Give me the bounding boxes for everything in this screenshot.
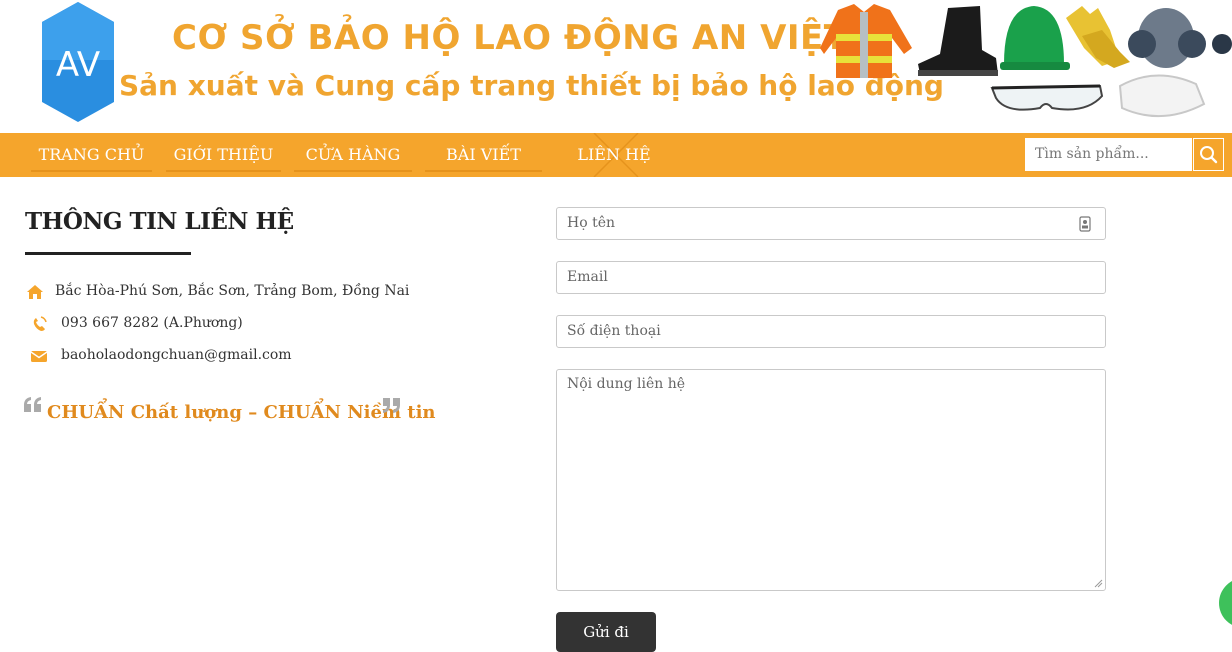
- reflective-vest-icon: [820, 4, 912, 78]
- message-textarea-placeholder: Nội dung liên hệ: [567, 376, 686, 392]
- hard-hat-icon: [1000, 6, 1070, 70]
- nav-item-label: BÀI VIẾT: [446, 145, 521, 164]
- chat-widget-button[interactable]: [1219, 578, 1232, 628]
- phone-icon: [33, 316, 47, 331]
- message-textarea[interactable]: Nội dung liên hệ: [556, 369, 1106, 591]
- envelope-icon: [30, 351, 48, 362]
- email-field-placeholder: Email: [567, 269, 608, 285]
- contact-card-icon: [1079, 216, 1091, 232]
- dust-mask-icon: [1118, 74, 1206, 117]
- search-button[interactable]: [1193, 138, 1224, 171]
- safety-boot-icon: [918, 6, 998, 76]
- logo-text: AV: [56, 45, 100, 85]
- slogan-text: CHUẨN Chất lượng – CHUẨN Niềm tin: [47, 402, 436, 423]
- nav-item-label: TRANG CHỦ: [38, 145, 145, 164]
- product-banner-image: [820, 4, 1232, 117]
- address-text: Bắc Hòa-Phú Sơn, Bắc Sơn, Trảng Bom, Đồn…: [55, 283, 410, 299]
- search-icon: [1200, 146, 1218, 164]
- work-gloves-icon: [1066, 6, 1130, 68]
- quote-open-icon: [24, 397, 41, 412]
- nav-item-shop[interactable]: CỬA HÀNG: [294, 133, 412, 177]
- nav-item-blog[interactable]: BÀI VIẾT: [425, 133, 542, 177]
- name-field-placeholder: Họ tên: [567, 215, 616, 231]
- email-field[interactable]: Email: [556, 261, 1106, 294]
- name-field[interactable]: Họ tên: [556, 207, 1106, 240]
- nav-item-label: CỬA HÀNG: [305, 145, 401, 164]
- nav-underline: [294, 170, 412, 172]
- site-header: AV CƠ SỞ BẢO HỘ LAO ĐỘNG AN VIỆT Sản xuấ…: [0, 0, 1232, 133]
- phone-field-placeholder: Số điện thoại: [567, 323, 661, 339]
- nav-item-contact[interactable]: LIÊN HỆ: [556, 133, 672, 177]
- nav-item-label: LIÊN HỆ: [577, 145, 651, 164]
- email-text[interactable]: baoholaodongchuan@gmail.com: [61, 347, 292, 363]
- contact-info-heading: THÔNG TIN LIÊN HỆ: [25, 208, 294, 235]
- resize-handle-icon[interactable]: [1094, 579, 1103, 588]
- brand-logo[interactable]: AV: [38, 0, 118, 124]
- quote-close-icon: [383, 398, 400, 413]
- respirator-mask-icon: [1128, 8, 1232, 68]
- submit-button[interactable]: Gửi đi: [556, 612, 656, 652]
- nav-item-home[interactable]: TRANG CHỦ: [31, 133, 152, 177]
- nav-item-label: GIỚI THIỆU: [173, 145, 274, 164]
- heading-divider: [25, 252, 191, 255]
- nav-item-about[interactable]: GIỚI THIỆU: [166, 133, 281, 177]
- search-input[interactable]: Tìm sản phẩm...: [1025, 138, 1192, 171]
- nav-underline: [425, 170, 542, 172]
- nav-underline: [166, 170, 281, 172]
- nav-underline: [31, 170, 152, 172]
- phone-field[interactable]: Số điện thoại: [556, 315, 1106, 348]
- phone-text[interactable]: 093 667 8282 (A.Phương): [61, 315, 243, 331]
- safety-glasses-icon: [990, 84, 1104, 111]
- site-title: CƠ SỞ BẢO HỘ LAO ĐỘNG AN VIỆT: [172, 18, 848, 58]
- home-icon: [27, 285, 43, 299]
